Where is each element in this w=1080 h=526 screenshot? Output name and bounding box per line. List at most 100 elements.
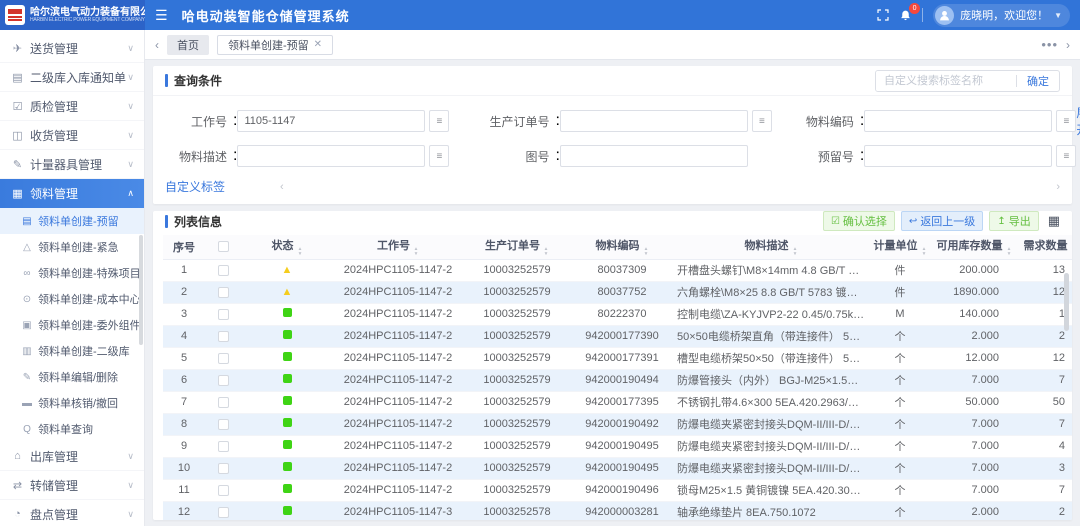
- tab-home[interactable]: 首页: [167, 35, 209, 55]
- reserve-no-input[interactable]: [864, 145, 1052, 167]
- table-row[interactable]: 2▲2024HPC1105-1147-21000325257980037752六…: [163, 281, 1072, 303]
- table-row[interactable]: 32024HPC1105-1147-21000325257980222370控制…: [163, 303, 1072, 325]
- user-menu[interactable]: 庞晓明，欢迎您！ ▼: [933, 4, 1070, 27]
- sidebar-submenu-item[interactable]: ▬ 领料单核销/撤回: [0, 390, 144, 416]
- sidebar-menu-item[interactable]: ◔ 盘点管理 ∨: [0, 500, 144, 526]
- sort-icon[interactable]: ▲▼: [643, 247, 649, 257]
- column-settings-icon[interactable]: ▦: [1048, 213, 1060, 229]
- row-checkbox[interactable]: [218, 309, 229, 320]
- filter-icon[interactable]: ≡: [429, 110, 449, 132]
- table-row[interactable]: 92024HPC1105-1147-2100032525799420001904…: [163, 435, 1072, 457]
- tab-bar: ‹ 首页 领料单创建-预留 ✕ ••• ›: [145, 30, 1080, 60]
- row-checkbox[interactable]: [218, 419, 229, 430]
- column-header-description[interactable]: 物料描述▲▼: [673, 235, 869, 259]
- filter-icon[interactable]: ≡: [429, 145, 449, 167]
- sidebar-submenu-item[interactable]: ✎ 领料单编辑/删除: [0, 364, 144, 390]
- menu-icon: ⇄: [10, 479, 25, 492]
- row-checkbox[interactable]: [218, 397, 229, 408]
- row-checkbox[interactable]: [218, 463, 229, 474]
- column-header-order_no[interactable]: 生产订单号▲▼: [463, 235, 571, 259]
- sort-icon[interactable]: ▲▼: [921, 247, 927, 257]
- order-no-input[interactable]: [560, 110, 748, 132]
- table-row[interactable]: 72024HPC1105-1147-2100032525799420001773…: [163, 391, 1072, 413]
- vertical-scrollbar[interactable]: [1064, 273, 1069, 480]
- sort-icon[interactable]: ▲▼: [297, 247, 303, 257]
- sidebar-menu-item[interactable]: ▤ 二级库入库通知单 ∨: [0, 63, 144, 92]
- row-checkbox[interactable]: [218, 265, 229, 276]
- fullscreen-icon[interactable]: [877, 9, 889, 21]
- confirm-tag-button[interactable]: 确定: [1017, 73, 1059, 89]
- sidebar-submenu-item[interactable]: ▣ 领料单创建-委外组件: [0, 312, 144, 338]
- row-checkbox[interactable]: [218, 287, 229, 298]
- sort-icon[interactable]: ▲▼: [792, 247, 798, 257]
- cell-material-code: 80222370: [571, 303, 673, 325]
- column-header-unit[interactable]: 计量单位▲▼: [869, 235, 931, 259]
- confirm-select-button[interactable]: ☑确认选择: [823, 211, 895, 231]
- filter-icon[interactable]: ≡: [1056, 145, 1076, 167]
- tab-current[interactable]: 领料单创建-预留 ✕: [217, 35, 333, 55]
- sidebar-menu-item[interactable]: ◫ 收货管理 ∨: [0, 121, 144, 150]
- tabs-more-icon[interactable]: •••: [1041, 37, 1058, 52]
- notification-bell-icon[interactable]: 0: [899, 9, 912, 22]
- custom-tag-link[interactable]: 自定义标签: [165, 178, 225, 195]
- export-button[interactable]: ↥导出: [989, 211, 1038, 231]
- sidebar-submenu-item[interactable]: ⊙ 领料单创建-成本中心: [0, 286, 144, 312]
- material-desc-input[interactable]: [237, 145, 425, 167]
- row-checkbox[interactable]: [218, 485, 229, 496]
- row-checkbox[interactable]: [218, 441, 229, 452]
- sidebar-submenu-item[interactable]: ∞ 领料单创建-特殊项目: [0, 260, 144, 286]
- sidebar-menu-item[interactable]: ✈ 送货管理 ∨: [0, 34, 144, 63]
- sidebar-menu-item[interactable]: ✎ 计量器具管理 ∨: [0, 150, 144, 179]
- drawing-no-input[interactable]: [560, 145, 748, 167]
- sidebar-submenu-item[interactable]: ▤ 领料单创建-预留: [0, 208, 144, 234]
- column-header-material_code[interactable]: 物料编码▲▼: [571, 235, 673, 259]
- work-no-input[interactable]: [237, 110, 425, 132]
- close-icon[interactable]: ✕: [314, 39, 322, 50]
- submenu-icon: ▥: [20, 346, 34, 357]
- sidebar-scrollbar[interactable]: [139, 235, 143, 345]
- sort-icon[interactable]: ▲▼: [1071, 247, 1072, 257]
- sidebar-submenu-item[interactable]: ▥ 领料单创建-二级库: [0, 338, 144, 364]
- tags-scroll-right-icon[interactable]: ›: [1056, 181, 1060, 193]
- row-checkbox[interactable]: [218, 507, 229, 518]
- tags-scroll-left-icon[interactable]: ‹: [280, 181, 284, 193]
- table-row[interactable]: 1▲2024HPC1105-1147-21000325257980037309开…: [163, 259, 1072, 281]
- cell-work-no: 2024HPC1105-1147-2: [333, 259, 463, 281]
- submenu-icon: ✎: [20, 372, 34, 383]
- filter-icon[interactable]: ≡: [752, 110, 772, 132]
- select-all-checkbox[interactable]: [218, 241, 229, 252]
- table-row[interactable]: 52024HPC1105-1147-2100032525799420001773…: [163, 347, 1072, 369]
- row-checkbox[interactable]: [218, 375, 229, 386]
- sidebar-menu-item[interactable]: ⇄ 转储管理 ∨: [0, 471, 144, 500]
- chevron-down-icon: ▼: [1054, 11, 1062, 20]
- sidebar-submenu-item[interactable]: △ 领料单创建-紧急: [0, 234, 144, 260]
- expand-link[interactable]: 展开: [1076, 104, 1080, 138]
- sort-icon[interactable]: ▲▼: [543, 247, 549, 257]
- tabs-scroll-left-icon[interactable]: ‹: [155, 38, 159, 52]
- table-row[interactable]: 62024HPC1105-1147-2100032525799420001904…: [163, 369, 1072, 391]
- sidebar-menu-item[interactable]: ☑ 质检管理 ∨: [0, 92, 144, 121]
- table-row[interactable]: 112024HPC1105-1147-210003252579942000190…: [163, 479, 1072, 501]
- column-header-demand[interactable]: 需求数量▲▼: [1017, 235, 1072, 259]
- table-row[interactable]: 82024HPC1105-1147-2100032525799420001904…: [163, 413, 1072, 435]
- sidebar-submenu-item[interactable]: Q 领料单查询: [0, 416, 144, 442]
- table-row[interactable]: 42024HPC1105-1147-2100032525799420001773…: [163, 325, 1072, 347]
- row-checkbox[interactable]: [218, 353, 229, 364]
- sidebar-menu-item[interactable]: ⌂ 出库管理 ∨: [0, 442, 144, 471]
- table-row[interactable]: 102024HPC1105-1147-210003252579942000190…: [163, 457, 1072, 479]
- column-header-stock[interactable]: 可用库存数量▲▼: [931, 235, 1017, 259]
- sort-icon[interactable]: ▲▼: [413, 247, 419, 257]
- tabs-scroll-right-icon[interactable]: ›: [1066, 38, 1070, 52]
- column-header-select[interactable]: [205, 235, 241, 259]
- custom-tag-name-input[interactable]: [876, 71, 1016, 91]
- menu-collapse-icon[interactable]: ☰: [155, 7, 168, 24]
- filter-icon[interactable]: ≡: [1056, 110, 1076, 132]
- column-header-status[interactable]: 状态▲▼: [241, 235, 333, 259]
- table-row[interactable]: 122024HPC1105-1147-310003252578942000003…: [163, 501, 1072, 520]
- sidebar-menu-item[interactable]: ▦ 领料管理 ∧: [0, 179, 144, 208]
- row-checkbox[interactable]: [218, 331, 229, 342]
- material-code-input[interactable]: [864, 110, 1052, 132]
- back-button[interactable]: ↩返回上一级: [901, 211, 983, 231]
- sort-icon[interactable]: ▲▼: [1006, 247, 1012, 257]
- column-header-work_no[interactable]: 工作号▲▼: [333, 235, 463, 259]
